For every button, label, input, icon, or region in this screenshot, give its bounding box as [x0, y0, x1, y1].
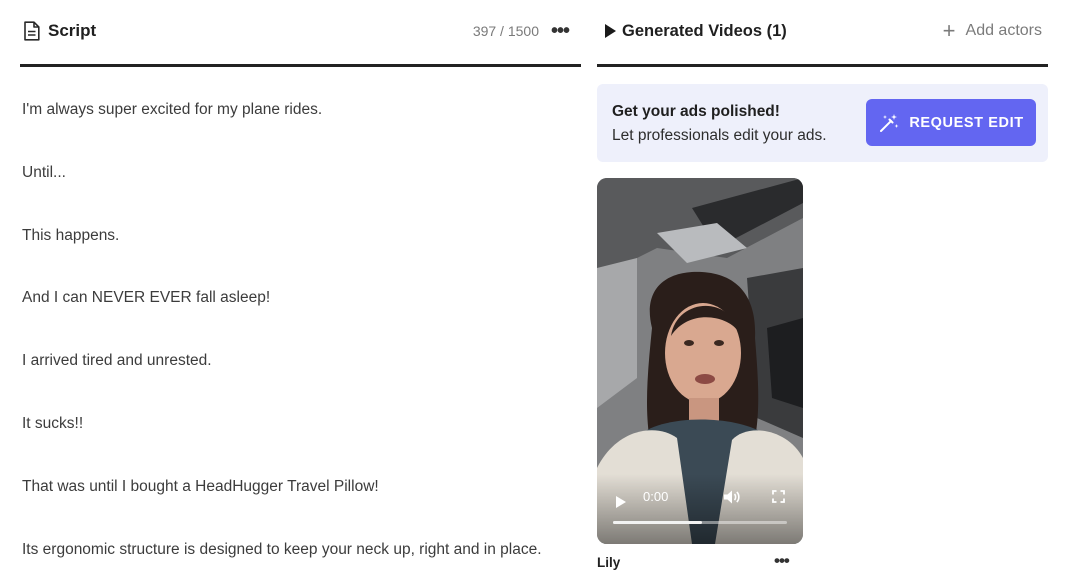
- video-more-options-icon[interactable]: •••: [774, 551, 790, 571]
- character-count: 397 / 1500: [472, 23, 539, 39]
- promo-subtitle: Let professionals edit your ads.: [612, 127, 827, 144]
- generated-videos-panel: Generated Videos (1) + Add actors Get yo…: [597, 0, 1048, 587]
- promo-banner: Get your ads polished! Let professionals…: [597, 84, 1048, 162]
- script-line[interactable]: Until...: [22, 164, 66, 182]
- videos-header: Generated Videos (1) + Add actors: [597, 0, 1048, 67]
- app-root: Script 397 / 1500 ••• I'm always super e…: [0, 0, 1080, 587]
- script-line[interactable]: It sucks!!: [22, 415, 83, 433]
- videos-collapse-toggle[interactable]: Generated Videos (1): [605, 22, 787, 41]
- video-player[interactable]: 0:00: [597, 178, 803, 544]
- script-more-options-icon[interactable]: •••: [551, 21, 570, 41]
- script-line[interactable]: That was until I bought a HeadHugger Tra…: [22, 478, 379, 496]
- video-controls: [597, 474, 803, 544]
- video-progress-fill: [613, 521, 702, 524]
- promo-title: Get your ads polished!: [612, 103, 780, 120]
- script-line[interactable]: I'm always super excited for my plane ri…: [22, 101, 322, 119]
- add-actors-button[interactable]: + Add actors: [943, 20, 1042, 42]
- script-line[interactable]: I arrived tired and unrested.: [22, 352, 212, 370]
- video-progress-bar[interactable]: [613, 521, 787, 524]
- play-triangle-icon: [605, 24, 616, 38]
- script-title-group: Script: [23, 21, 96, 41]
- fullscreen-icon[interactable]: [772, 490, 785, 503]
- play-icon[interactable]: [616, 496, 626, 508]
- videos-title: Generated Videos (1): [622, 21, 787, 40]
- request-edit-label: REQUEST EDIT: [909, 114, 1024, 131]
- plus-icon: +: [942, 18, 956, 43]
- script-panel: Script 397 / 1500 ••• I'm always super e…: [20, 0, 581, 587]
- document-icon: [24, 21, 40, 41]
- script-line[interactable]: And I can NEVER EVER fall asleep!: [22, 289, 270, 307]
- request-edit-button[interactable]: REQUEST EDIT: [866, 99, 1036, 146]
- magic-wand-icon: [880, 113, 899, 132]
- video-time: 0:00: [643, 489, 669, 504]
- script-line[interactable]: Its ergonomic structure is designed to k…: [22, 541, 542, 559]
- script-title: Script: [48, 21, 97, 40]
- actor-name: Lily: [597, 555, 621, 570]
- script-header-right: 397 / 1500 •••: [472, 21, 570, 41]
- script-line[interactable]: This happens.: [22, 227, 119, 245]
- volume-icon[interactable]: [723, 489, 741, 505]
- add-actors-label: Add actors: [965, 22, 1042, 39]
- script-header: Script 397 / 1500 •••: [20, 0, 581, 67]
